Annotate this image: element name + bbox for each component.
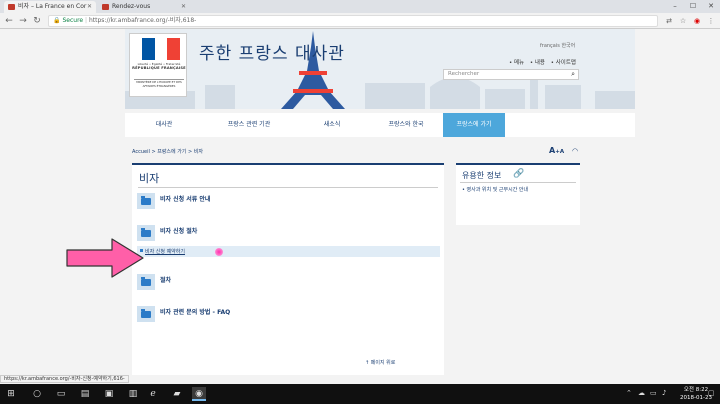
search-input[interactable]: Rechercher ⌕ — [443, 69, 579, 80]
list-item-label[interactable]: 비자 신청 서류 안내 — [160, 194, 210, 203]
windows-taskbar: ⊞ ○ ▭ ▤ ▣ ▥ ℯ ▰ ◉ ⌃ ☁ ▭ ♪ 오전 8:22 2018-0… — [0, 384, 720, 404]
site-header: Liberté • Égalité • Fraternité RÉPUBLIQU… — [125, 29, 635, 109]
main-nav: 대사관 프랑스 관련 기관 새소식 프랑스와 한국 프랑스에 가기 — [125, 113, 635, 137]
browser-tab-visa[interactable]: 비자 – La France en Cor ✕ — [4, 1, 96, 13]
font-size-control[interactable]: A+A — [549, 146, 564, 155]
page-title: 비자 — [139, 172, 160, 185]
language-switcher[interactable]: français 한국어 — [540, 42, 575, 49]
web-page: Liberté • Égalité • Fraternité RÉPUBLIQU… — [0, 29, 720, 375]
divider — [460, 182, 576, 183]
translate-icon[interactable]: ⇄ — [664, 16, 674, 26]
list-item-label[interactable]: 비자 신청 절차 — [160, 226, 197, 235]
link-icon: 🔗 — [513, 169, 525, 179]
close-tab-icon[interactable]: ✕ — [181, 1, 186, 13]
notifications-icon[interactable]: ▢ — [708, 389, 715, 397]
folder-icon — [137, 193, 155, 209]
kakaotalk-icon[interactable]: ▰ — [170, 387, 184, 401]
menu-icon[interactable]: ⋮ — [706, 16, 716, 26]
logo-republic: RÉPUBLIQUE FRANÇAISE — [132, 66, 186, 70]
minimize-window-icon[interactable]: – — [666, 0, 684, 13]
cloud-icon[interactable]: ☁ — [638, 389, 645, 397]
search-icon[interactable]: ⌕ — [571, 70, 575, 79]
sidebar-title: 유용한 정보 — [462, 171, 502, 180]
sub-list-item-highlighted[interactable]: 비자 신청 예약하기 — [137, 246, 440, 257]
visa-appointment-link[interactable]: 비자 신청 예약하기 — [145, 248, 185, 255]
header-link-content[interactable]: • 내용 — [530, 60, 545, 66]
status-bar-url: https://kr.ambafrance.org/-비자-신청-예약하기,61… — [0, 375, 129, 383]
file-explorer-icon[interactable]: ▤ — [78, 387, 92, 401]
font-size-small[interactable]: A — [560, 149, 564, 155]
back-icon[interactable]: ← — [3, 15, 15, 27]
maximize-window-icon[interactable]: ☐ — [684, 0, 702, 13]
breadcrumb[interactable]: Accueil > 프랑스에 가기 > 비자 — [132, 148, 203, 155]
browser-toolbar: ← → ↻ 🔒 Secure | https://kr.ambafrance.or… — [0, 13, 720, 29]
rss-icon[interactable]: ◠ — [572, 147, 578, 155]
nav-item-french-institutions[interactable]: 프랑스 관련 기관 — [203, 113, 295, 137]
favicon-icon — [8, 4, 15, 10]
address-bar[interactable]: 🔒 Secure | https://kr.ambafrance.org/-비자,… — [48, 15, 658, 27]
folder-icon — [137, 306, 155, 322]
tab-label: 비자 – La France en Cor — [18, 3, 87, 10]
reload-icon[interactable]: ↻ — [31, 15, 43, 27]
nav-item-france-korea[interactable]: 프랑스와 한국 — [369, 113, 443, 137]
browser-tab-rendezvous[interactable]: Rendez-vous ✕ — [98, 1, 190, 13]
tray-up-icon[interactable]: ⌃ — [626, 389, 632, 397]
chrome-icon[interactable]: ◉ — [192, 387, 206, 401]
secure-label: Secure — [62, 17, 84, 24]
site-title[interactable]: 주한 프랑스 대사관 — [199, 39, 345, 64]
useful-info-panel: 유용한 정보 🔗 • 영사과 위치 및 근무시간 안내 — [456, 163, 580, 225]
volume-icon[interactable]: ♪ — [662, 389, 666, 397]
close-window-icon[interactable]: ✕ — [702, 0, 720, 13]
bookmark-star-icon[interactable]: ☆ — [678, 16, 688, 26]
search-icon[interactable]: ○ — [30, 387, 44, 401]
task-view-icon[interactable]: ▭ — [54, 387, 68, 401]
opera-icon[interactable]: ◉ — [692, 16, 702, 26]
edge-icon[interactable]: ℯ — [146, 387, 160, 401]
url-text: https://kr.ambafrance.org/-비자,618- — [88, 17, 197, 24]
nav-item-go-to-france[interactable]: 프랑스에 가기 — [443, 113, 505, 137]
header-links: • 메뉴 • 내용 • 사이트맵 — [505, 58, 576, 66]
back-to-top-link[interactable]: ↑ 페이지 위로 — [365, 359, 395, 366]
french-flag-icon — [142, 38, 180, 60]
store-icon[interactable]: ▣ — [102, 387, 116, 401]
visa-content-panel: 비자 비자 신청 서류 안내 비자 신청 절차 비자 신청 예약하기 절차 비자… — [132, 163, 444, 375]
republique-francaise-logo[interactable]: Liberté • Égalité • Fraternité RÉPUBLIQU… — [129, 33, 187, 97]
windows-start-icon[interactable]: ⊞ — [4, 387, 18, 401]
forward-icon[interactable]: → — [17, 15, 29, 27]
photos-icon[interactable]: ▥ — [126, 387, 140, 401]
tab-label: Rendez-vous — [112, 3, 151, 10]
network-icon[interactable]: ▭ — [650, 389, 657, 397]
list-item-label[interactable]: 절차 — [160, 275, 171, 284]
list-item-label[interactable]: 비자 관련 문의 방법 - FAQ — [160, 307, 230, 316]
browser-tab-bar: 비자 – La France en Cor ✕ Rendez-vous ✕ – … — [0, 0, 720, 13]
sidebar-item-consulate-hours[interactable]: • 영사과 위치 및 근무시간 안내 — [462, 186, 528, 193]
cursor-highlight-icon — [215, 248, 223, 256]
lock-icon: 🔒 — [53, 17, 61, 24]
header-link-menu[interactable]: • 메뉴 — [509, 60, 524, 66]
favicon-icon — [102, 4, 109, 10]
header-link-sitemap[interactable]: • 사이트맵 — [551, 60, 576, 66]
search-placeholder: Rechercher — [448, 71, 480, 77]
nav-item-news[interactable]: 새소식 — [295, 113, 369, 137]
pink-pointer-arrow-icon — [66, 238, 144, 278]
divider — [138, 187, 438, 188]
nav-item-embassy[interactable]: 대사관 — [125, 113, 203, 137]
close-tab-icon[interactable]: ✕ — [87, 1, 92, 13]
logo-ministry: MINISTÈRE DE L'EUROPE ET DES AFFAIRES ÉT… — [134, 79, 184, 88]
